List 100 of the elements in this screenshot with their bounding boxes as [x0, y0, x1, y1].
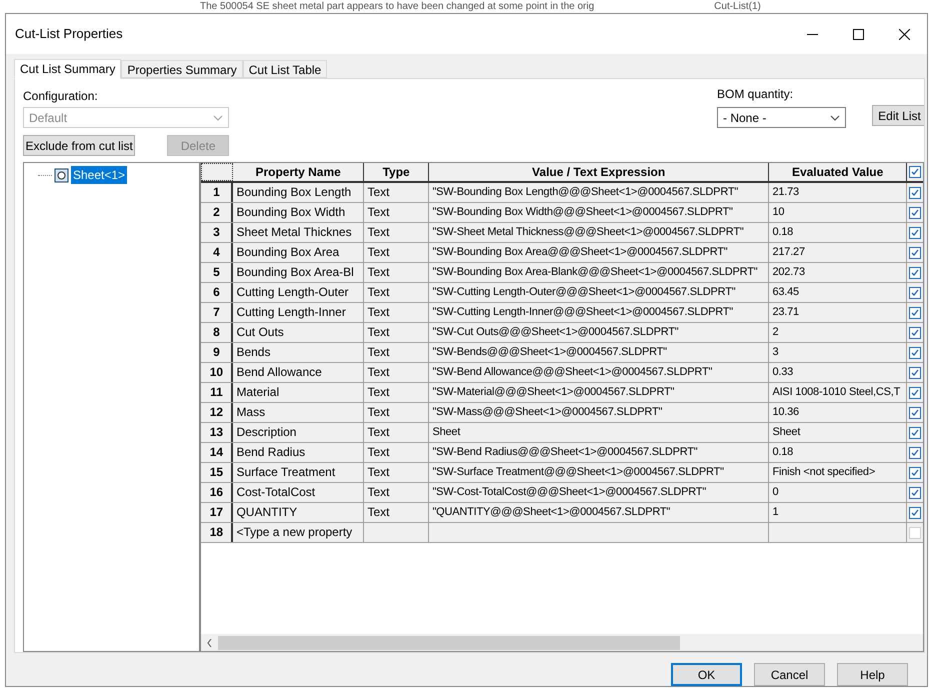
action-button[interactable]: Exclude from cut list [23, 135, 136, 156]
table-cell: 0.18 [769, 223, 908, 242]
include-checkbox[interactable] [909, 186, 922, 198]
table-cell: "SW-Cost-TotalCost@@@Sheet<1>@0004567.SLDPRT" [429, 483, 770, 502]
table-cell: 63.45 [769, 283, 908, 302]
include-checkbox[interactable] [909, 386, 922, 398]
table-cell: "SW-Cutting Length-Outer@@@Sheet<1>@0004567.SLDPRT" [429, 283, 770, 302]
edit-list-button[interactable]: Edit List [872, 105, 924, 126]
configuration-label: Configuration: [23, 88, 99, 103]
table-cell: Sheet [769, 423, 908, 442]
row-number: 4 [201, 243, 234, 262]
table-cell: "QUANTITY@@@Sheet<1>@0004567.SLDPRT" [429, 503, 770, 522]
table-cell: Text [364, 483, 430, 502]
table-cell: "SW-Surface Treatment@@@Sheet<1>@0004567.SLDPRT" [429, 463, 770, 482]
table-cell: Text [364, 243, 430, 262]
row-number: 15 [201, 463, 234, 482]
row-number: 11 [201, 383, 234, 402]
include-checkbox[interactable] [909, 346, 922, 358]
table-cell: 217.27 [769, 243, 908, 262]
dialog-button[interactable]: OK [671, 663, 742, 686]
column-header[interactable]: Evaluated Value [769, 163, 908, 181]
table-cell: Bounding Box Length [233, 183, 364, 202]
row-number: 12 [201, 403, 234, 422]
tab[interactable]: Cut List Table [242, 60, 328, 78]
include-checkbox[interactable] [909, 366, 922, 378]
table-cell: Cutting Length-Inner [233, 303, 364, 322]
include-checkbox[interactable] [909, 466, 922, 478]
sheet-part-icon [54, 168, 69, 182]
tab[interactable]: Cut List Summary [14, 59, 122, 79]
row-number: 3 [201, 223, 234, 242]
table-cell: Text [364, 443, 430, 462]
table-cell: QUANTITY [233, 503, 364, 522]
table-cell: Text [364, 403, 430, 422]
include-checkbox[interactable] [909, 166, 922, 178]
table-cell: 23.71 [769, 303, 908, 322]
table-cell: Sheet Metal Thicknes [233, 223, 364, 242]
table-cell: 1 [769, 503, 908, 522]
table-cell: 0 [769, 483, 908, 502]
table-cell: Bounding Box Area [233, 243, 364, 262]
background-item: Cut-List(1) [714, 1, 761, 13]
row-number: 13 [201, 423, 234, 442]
row-number: 1 [201, 183, 234, 202]
include-checkbox[interactable] [909, 406, 922, 418]
column-header[interactable]: Property Name [233, 163, 364, 181]
bom-quantity-dropdown[interactable]: - None - [717, 107, 846, 128]
include-checkbox[interactable] [909, 486, 922, 498]
bom-quantity-label: BOM quantity: [717, 86, 794, 101]
table-cell: Text [364, 223, 430, 242]
include-checkbox[interactable] [909, 506, 922, 518]
table-cell: Cutting Length-Outer [233, 283, 364, 302]
row-number: 18 [201, 523, 234, 542]
row-number: 17 [201, 503, 234, 522]
include-checkbox[interactable] [909, 306, 922, 318]
table-cell: "SW-Bounding Box Length@@@Sheet<1>@0004567.SLDPRT" [429, 183, 770, 202]
table-cell: 202.73 [769, 263, 908, 282]
row-number: 9 [201, 343, 234, 362]
include-checkbox[interactable] [909, 246, 922, 258]
horizontal-scrollbar[interactable] [201, 634, 923, 651]
table-cell: Text [364, 303, 430, 322]
table-cell: Description [233, 423, 364, 442]
table-cell: Bounding Box Area-Bl [233, 263, 364, 282]
window-title: Cut-List Properties [14, 25, 123, 44]
include-checkbox[interactable] [909, 326, 922, 338]
column-header[interactable]: Value / Text Expression [429, 163, 770, 181]
column-header[interactable]: Type [364, 163, 430, 181]
table-cell: Text [364, 343, 430, 362]
table-cell: "SW-Bounding Box Width@@@Sheet<1>@0004567.SLDPRT" [429, 203, 770, 222]
table-cell: 0.18 [769, 443, 908, 462]
background-text: The 500054 SE sheet metal part appears to have been changed at some point in the orig [200, 1, 594, 13]
table-cell: 10.36 [769, 403, 908, 422]
tab[interactable]: Properties Summary [121, 60, 243, 78]
table-cell: "SW-Sheet Metal Thickness@@@Sheet<1>@0004567.SLDPRT" [429, 223, 770, 242]
table-cell: "SW-Mass@@@Sheet<1>@0004567.SLDPRT" [429, 403, 770, 422]
table-cell: "SW-Cut Outs@@@Sheet<1>@0004567.SLDPRT" [429, 323, 770, 342]
table-cell: "SW-Cutting Length-Inner@@@Sheet<1>@0004567.SLDPRT" [429, 303, 770, 322]
scrollbar-thumb[interactable] [218, 636, 680, 650]
table-cell: Mass [233, 403, 364, 422]
dialog-button[interactable]: Help [837, 663, 908, 686]
table-cell: <Type a new property [233, 523, 364, 542]
table-cell: Text [364, 183, 430, 202]
table-cell: Bend Radius [233, 443, 364, 462]
include-checkbox[interactable] [909, 226, 922, 238]
maximize-icon [852, 28, 864, 40]
table-cell: Text [364, 283, 430, 302]
table-cell: Bounding Box Width [233, 203, 364, 222]
table-cell: Cut Outs [233, 323, 364, 342]
include-checkbox[interactable] [909, 446, 922, 458]
include-checkbox[interactable] [909, 426, 922, 438]
table-cell: Text [364, 423, 430, 442]
include-checkbox[interactable] [909, 206, 922, 218]
dropdown-caret-icon [830, 114, 840, 120]
dialog-button[interactable]: Cancel [754, 663, 825, 686]
table-cell: 3 [769, 343, 908, 362]
include-checkbox[interactable] [909, 266, 922, 278]
table-cell: Text [364, 463, 430, 482]
include-checkbox[interactable] [909, 286, 922, 298]
table-cell: Text [364, 383, 430, 402]
tree-item[interactable]: Sheet<1> [71, 166, 128, 184]
table-cell: "SW-Bounding Box Area-Blank@@@Sheet<1>@0004567.SLDPRT" [429, 263, 770, 282]
table-cell: "SW-Bounding Box Area@@@Sheet<1>@0004567.SLDPRT" [429, 243, 770, 262]
